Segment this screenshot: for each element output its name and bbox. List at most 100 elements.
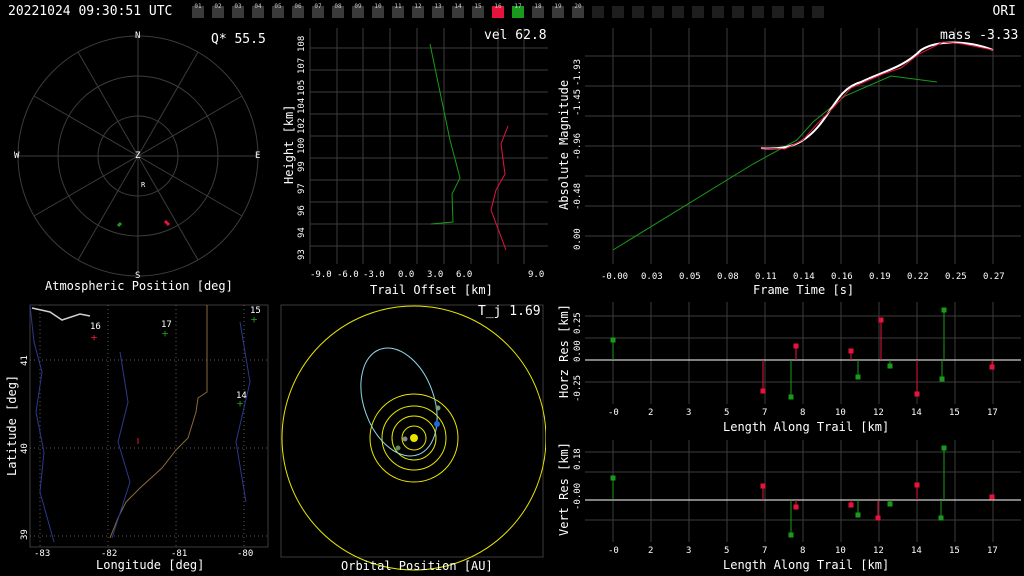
mag-xtick: 0.03: [641, 272, 663, 282]
horz-xtick: 12: [873, 408, 884, 418]
trail-xtick: 9.0: [528, 270, 545, 280]
track-green: [116, 221, 123, 228]
mag-xlabel: Frame Time [s]: [753, 283, 855, 297]
camera-slot-empty: [652, 6, 664, 18]
track-red: [163, 219, 171, 227]
camera-slot-12: 12: [412, 3, 424, 18]
map-cam-label-17: 17: [161, 320, 172, 330]
mag-xtick: 0.19: [869, 272, 891, 282]
velocity-badge: vel 62.8: [484, 28, 547, 43]
q-star-badge: Q* 55.5: [211, 32, 266, 47]
map-ytick: 41: [20, 355, 30, 366]
camera-slot-18: 18: [532, 3, 544, 18]
trail-xtick: 0.0: [398, 270, 415, 280]
tj-badge: T_j 1.69: [478, 304, 541, 319]
trail-ytick: 104: [297, 97, 307, 114]
mag-xtick: 0.08: [717, 272, 739, 282]
vert-xlabel: Length Along Trail [km]: [723, 558, 890, 572]
trail-green: [429, 43, 461, 225]
mag-xtick: 0.11: [755, 272, 777, 282]
residual-marker: [610, 475, 616, 481]
river-2: [111, 351, 131, 539]
camera-slot-06: 06: [292, 3, 304, 18]
camera-slot-label: 15: [474, 3, 482, 10]
station-code: ORI: [992, 4, 1016, 19]
camera-slot-17: 17: [512, 3, 524, 18]
camera-slot-label: 13: [434, 3, 442, 10]
vert-ytick: 0.18: [573, 448, 583, 470]
camera-slot-empty: [592, 6, 604, 18]
map-xtick: -83: [34, 549, 51, 559]
horz-xtick: 10: [835, 408, 846, 418]
mag-xtick: 0.27: [983, 272, 1005, 282]
trail-xtick: -6.0: [337, 270, 359, 280]
residual-marker: [887, 501, 893, 507]
trail-xtick: -3.0: [363, 270, 385, 280]
vert-xtick: 5: [724, 546, 730, 556]
horz-xtick: 7: [762, 408, 768, 418]
camera-slot-empty: [692, 6, 704, 18]
trail-ylabel: Height [km]: [282, 104, 296, 184]
map-ytick: 39: [20, 529, 30, 540]
map-ylabel: Latitude [deg]: [5, 374, 19, 476]
sky-plot: [17, 35, 259, 277]
residual-marker: [941, 445, 947, 451]
trail-ytick: 100: [297, 137, 307, 154]
planet-mercury: [395, 445, 401, 451]
residual-marker: [793, 343, 799, 349]
residual-marker: [914, 482, 920, 488]
horz-xtick: 8: [800, 408, 806, 418]
residual-marker: [989, 494, 995, 500]
timestamp: 20221024 09:30:51 UTC: [8, 4, 173, 19]
camera-slot-empty: [732, 6, 744, 18]
camera-slot-08: 08: [332, 3, 344, 18]
horz-ytick: 0.00: [573, 340, 583, 362]
map-cam-label-16: 16: [90, 322, 101, 332]
camera-slot-label: 05: [274, 3, 282, 10]
vert-xtick: 15: [949, 546, 960, 556]
vert-xtick: 3: [686, 546, 692, 556]
vert-xtick: -0: [608, 546, 619, 556]
compass-n: N: [135, 31, 141, 41]
mag-ytick: -0.96: [573, 132, 583, 160]
magnitude-red: [760, 41, 994, 150]
camera-slot-label: 12: [414, 3, 422, 10]
orbit-plot: [280, 304, 546, 571]
residual-marker: [887, 363, 893, 369]
residual-marker: [760, 483, 766, 489]
trail-xtick: 6.0: [456, 270, 473, 280]
residual-marker: [788, 532, 794, 538]
camera-slot-empty: [812, 6, 824, 18]
mag-ytick: -0.48: [573, 182, 583, 210]
mass-badge: mass -3.33: [940, 28, 1019, 43]
camera-slot-15: 15: [472, 3, 484, 18]
horz-xtick: 15: [949, 408, 960, 418]
orbit-panel: T_j 1.69 Orbital Position [AU]: [280, 302, 546, 576]
mag-ytick: -1.93: [573, 58, 583, 86]
camera-slot-label: 18: [534, 3, 542, 10]
trail-red: [490, 125, 509, 251]
map-cam-label-15: 15: [250, 306, 261, 316]
camera-markers: + + + +: [91, 313, 258, 444]
camera-slot-label: 03: [234, 3, 242, 10]
mag-xtick: -0.00: [601, 272, 629, 282]
camera-slot-empty: [672, 6, 684, 18]
atmos-label: Atmospheric Position [deg]: [45, 279, 233, 293]
camera-slot-05: 05: [272, 3, 284, 18]
horz-xtick: -0: [608, 408, 619, 418]
vert-xtick: 17: [987, 546, 998, 556]
camera-slot-label: 08: [334, 3, 342, 10]
horz-ylabel: Horz Res [km]: [557, 304, 571, 398]
camera-slot-empty: [632, 6, 644, 18]
residual-marker: [875, 515, 881, 521]
residual-marker: [914, 391, 920, 397]
map-xtick: -81: [171, 549, 188, 559]
vert-xtick: 14: [911, 546, 922, 556]
camera-slot-label: 16: [494, 3, 502, 10]
mag-xtick: 0.22: [907, 272, 929, 282]
camera-slot-label: 02: [214, 3, 222, 10]
trail-xlabel: Trail Offset [km]: [370, 283, 493, 297]
residual-marker: [939, 376, 945, 382]
camera-slot-label: 04: [254, 3, 262, 10]
camera-slot-label: 10: [374, 3, 382, 10]
